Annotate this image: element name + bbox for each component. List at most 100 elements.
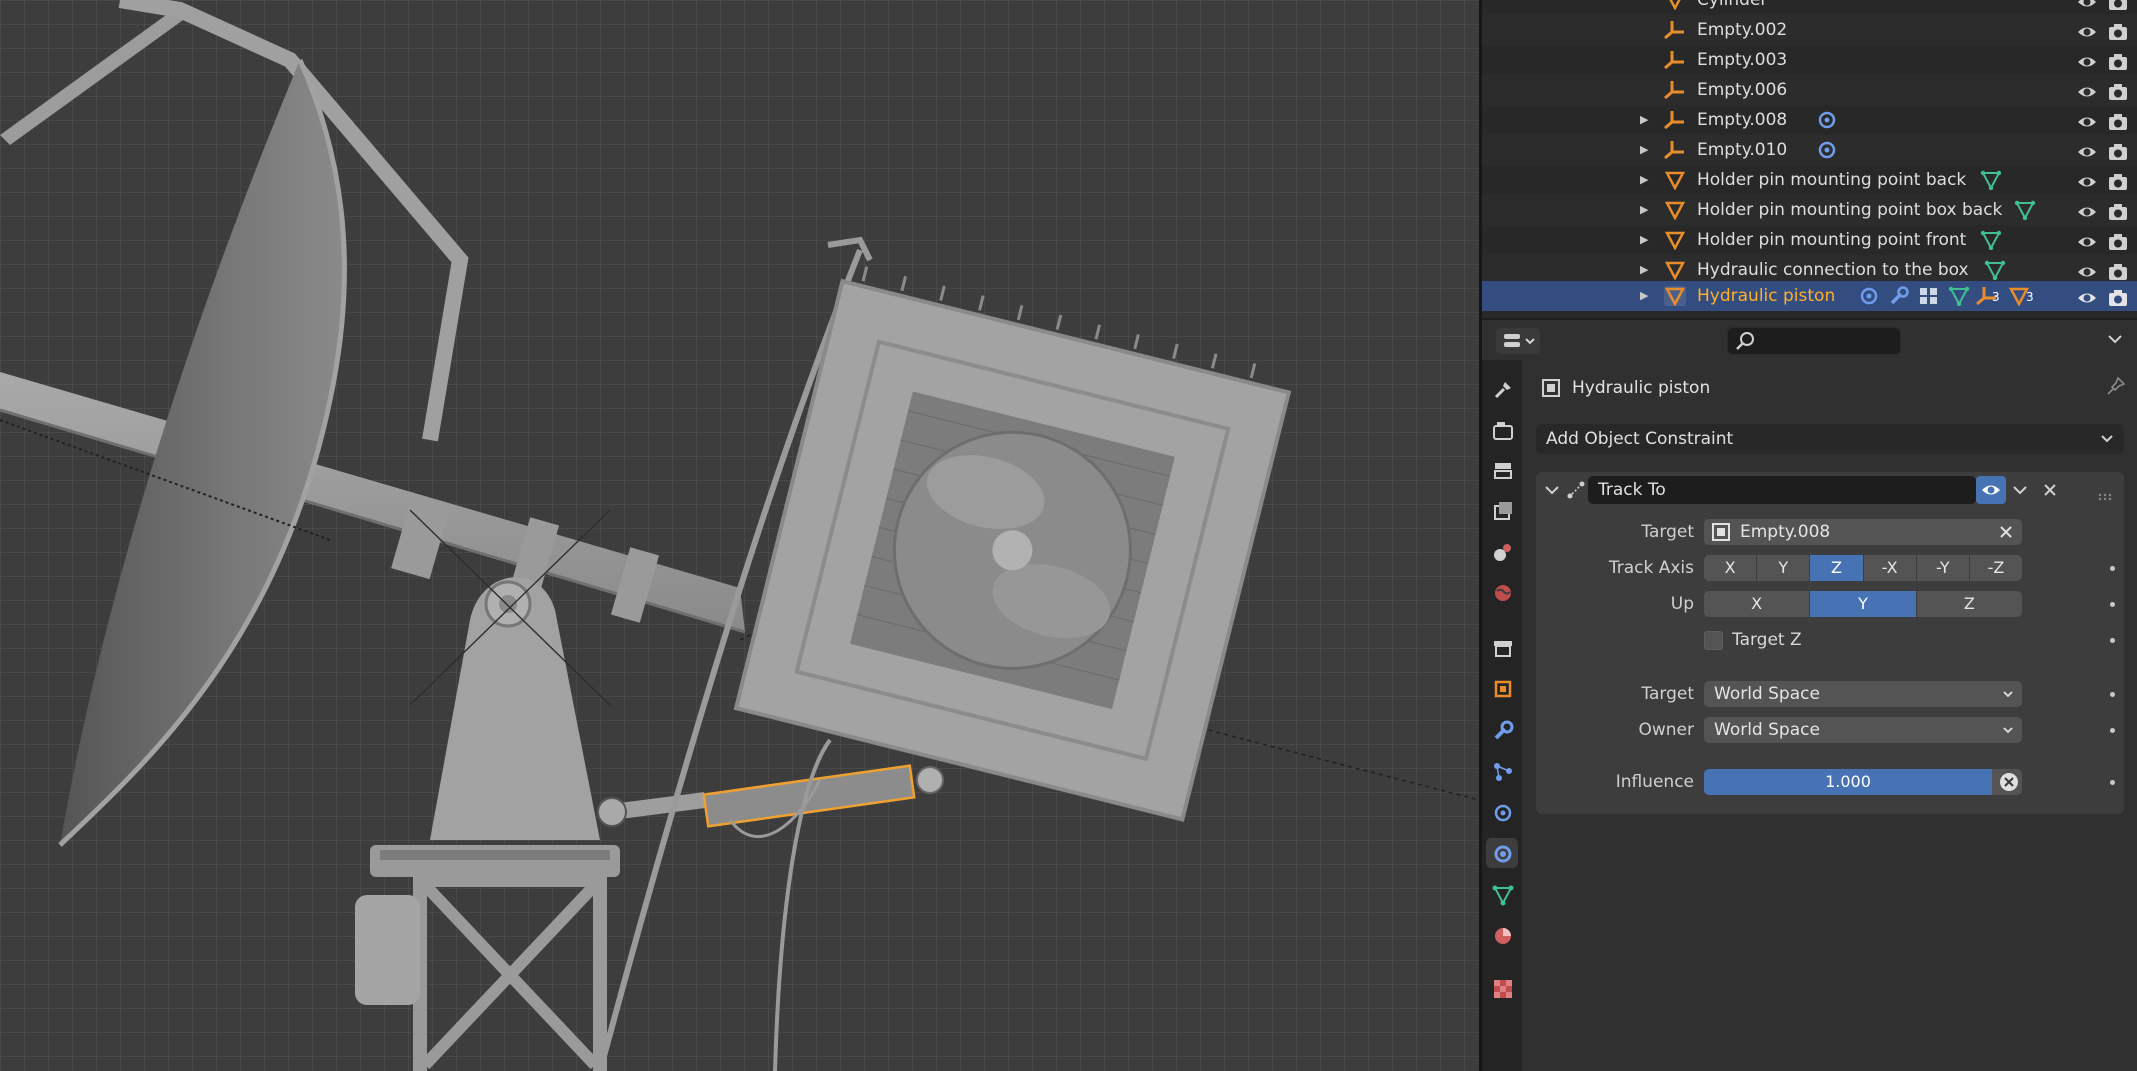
owner-space-label: Owner <box>1638 720 1694 740</box>
world-icon <box>1495 585 1511 601</box>
track-axis-option[interactable]: -Z <box>1969 555 2022 581</box>
empty-icon <box>1664 140 1686 160</box>
influence-slider-fill[interactable]: 1.000 <box>1704 769 1992 795</box>
tab-output[interactable] <box>1486 454 1518 484</box>
collapse-chevron-icon[interactable] <box>1544 480 1560 504</box>
texture-icon <box>1494 980 1512 998</box>
empty-icon <box>1664 80 1686 100</box>
track-axis-option[interactable]: -X <box>1863 555 1917 581</box>
outliner-row[interactable]: ▶ Empty.008 <box>1482 105 2137 135</box>
outliner-row[interactable]: ▶ Holder pin mounting point front <box>1482 225 2137 255</box>
mesh-icon <box>1664 200 1686 221</box>
owner-space-dropdown[interactable]: World Space <box>1704 717 2022 743</box>
target-space-dropdown[interactable]: World Space <box>1704 681 2022 707</box>
outliner-row[interactable]: Empty.003 <box>1482 45 2137 75</box>
mesh-icon <box>1664 170 1686 191</box>
editor-type-button[interactable] <box>1496 328 1540 354</box>
tab-texture[interactable] <box>1486 973 1518 1003</box>
expand-arrow-icon[interactable]: ▶ <box>1640 225 1648 255</box>
chevron-down-icon[interactable] <box>2010 480 2030 504</box>
track-axis-option[interactable]: Y <box>1757 555 1811 581</box>
tab-material[interactable] <box>1486 920 1518 950</box>
material-icon <box>1495 928 1511 944</box>
tab-tool[interactable] <box>1486 374 1518 404</box>
target-value: Empty.008 <box>1740 522 1831 542</box>
track-axis-option[interactable]: X <box>1704 555 1758 581</box>
expand-arrow-icon[interactable]: ▶ <box>1640 195 1648 225</box>
expand-arrow-icon[interactable]: ▶ <box>1640 105 1648 135</box>
grid-icon[interactable] <box>1918 286 1940 316</box>
chevron-down-icon <box>2002 681 2014 716</box>
tab-view-layer[interactable] <box>1486 495 1518 525</box>
keyframe-dot[interactable] <box>2110 638 2115 643</box>
up-axis-option[interactable]: Y <box>1810 591 1917 617</box>
track-to-icon <box>1566 480 1586 504</box>
track-axis-row: Track Axis X Y Z -X -Y -Z <box>1536 554 2124 582</box>
mesh-data-icon <box>1492 885 1514 906</box>
target-z-checkbox[interactable] <box>1704 631 1723 650</box>
keyframe-dot[interactable] <box>2110 728 2115 733</box>
search-input[interactable] <box>1727 327 1901 355</box>
drag-handle-icon[interactable] <box>2098 486 2114 505</box>
output-icon <box>1494 463 1512 479</box>
tab-render[interactable] <box>1486 415 1518 445</box>
up-axis-option[interactable]: Z <box>1916 591 2022 617</box>
outliner-row[interactable]: ▶ Empty.010 <box>1482 135 2137 165</box>
outliner-row[interactable]: ▶ Holder pin mounting point back <box>1482 165 2137 195</box>
properties-header <box>1482 318 2137 362</box>
editor-type-icon <box>1504 334 1535 347</box>
keyframe-dot[interactable] <box>2110 602 2115 607</box>
constraint-icon[interactable] <box>1858 286 1880 316</box>
constraint-name-field[interactable]: Track To <box>1588 476 1976 504</box>
outliner-row[interactable]: ▶ Holder pin mounting point box back <box>1482 195 2137 225</box>
tab-data[interactable] <box>1486 879 1518 909</box>
chevron-down-icon[interactable] <box>2106 330 2124 352</box>
mesh-data-icon[interactable] <box>1948 286 1970 316</box>
eye-icon[interactable] <box>2077 287 2097 317</box>
constraint-visibility-toggle[interactable] <box>1976 476 2006 504</box>
tab-physics[interactable] <box>1486 797 1518 827</box>
up-axis-option[interactable]: X <box>1704 591 1811 617</box>
tab-modifiers[interactable] <box>1486 715 1518 745</box>
tab-particles[interactable] <box>1486 756 1518 786</box>
add-constraint-dropdown[interactable]: Add Object Constraint <box>1536 424 2124 454</box>
scene-render <box>0 0 1479 1071</box>
tab-collection[interactable] <box>1486 632 1518 662</box>
target-field[interactable]: Empty.008 <box>1704 519 2022 545</box>
tab-world[interactable] <box>1486 577 1518 607</box>
tab-constraints[interactable] <box>1486 838 1518 868</box>
outliner-row[interactable]: Empty.002 <box>1482 15 2137 45</box>
empty-icon <box>1664 20 1686 40</box>
expand-arrow-icon[interactable]: ▶ <box>1640 281 1648 311</box>
outliner-row-selected[interactable]: ▶ Hydraulic piston 3 3 <box>1482 281 2137 311</box>
outliner-row[interactable]: Empty.006 <box>1482 75 2137 105</box>
disable-keep-transform-icon[interactable] <box>1998 771 2020 802</box>
expand-arrow-icon[interactable]: ▶ <box>1640 165 1648 195</box>
keyframe-dot[interactable] <box>2110 692 2115 697</box>
expand-arrow-icon[interactable]: ▶ <box>1640 135 1648 165</box>
constraint-icon <box>1494 845 1512 863</box>
outliner[interactable]: Cylinder Empty.002 Empty.003 Empty.006 ▶… <box>1482 0 2137 318</box>
outliner-row[interactable]: Cylinder <box>1482 0 2137 15</box>
clear-icon[interactable] <box>1998 519 2014 554</box>
keyframe-dot[interactable] <box>2110 780 2115 785</box>
outliner-row-name: Empty.002 <box>1697 20 1788 40</box>
outliner-row-name: Empty.003 <box>1697 50 1788 70</box>
outliner-row-name: Holder pin mounting point front <box>1697 230 1967 250</box>
search-icon <box>1736 332 1754 350</box>
particles-icon <box>1494 763 1512 781</box>
track-axis-option[interactable]: Z <box>1810 555 1864 581</box>
keyframe-dot[interactable] <box>2110 566 2115 571</box>
outliner-row-name: Empty.006 <box>1697 80 1788 100</box>
child-count-badge: 3 <box>2026 290 2034 304</box>
tab-object[interactable] <box>1486 673 1518 703</box>
object-icon <box>1712 523 1730 541</box>
wrench-icon[interactable] <box>1888 286 1910 316</box>
tab-scene[interactable] <box>1486 536 1518 566</box>
camera-icon[interactable] <box>2108 287 2128 317</box>
3d-viewport[interactable] <box>0 0 1479 1071</box>
chevron-down-icon <box>2100 424 2114 464</box>
pin-icon[interactable] <box>2106 376 2126 400</box>
close-icon[interactable] <box>2040 480 2060 504</box>
track-axis-option[interactable]: -Y <box>1916 555 1970 581</box>
